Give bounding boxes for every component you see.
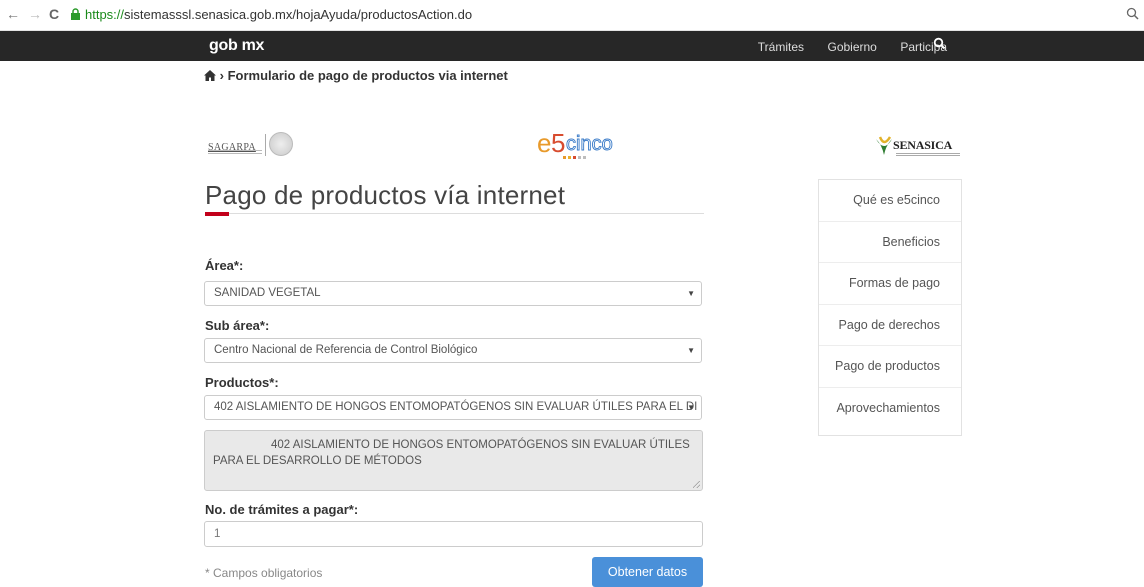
forward-icon[interactable]: → [28, 6, 42, 22]
reload-icon[interactable]: C [49, 6, 59, 22]
sidebar-item-aprovechamientos[interactable]: Aprovechamientos [819, 388, 961, 430]
sidebar-menu: Qué es e5cinco Beneficios Formas de pago… [818, 179, 962, 436]
sagarpa-subtitle-lines [208, 150, 262, 156]
header-nav: Trámites Gobierno Participa [739, 38, 947, 56]
area-label: Área*: [205, 258, 244, 273]
sidebar-item-formas-de-pago[interactable]: Formas de pago [819, 263, 961, 305]
e5cinco-logo: e 5 cinco [537, 130, 613, 159]
breadcrumb-chevron-icon: › [219, 68, 228, 83]
gob-mx-logo[interactable]: gob mx [209, 37, 264, 55]
zoom-icon[interactable] [1126, 7, 1140, 21]
tramites-input[interactable]: 1 [204, 521, 703, 547]
product-description-text: 402 AISLAMIENTO DE HONGOS ENTOMOPATÓGENO… [213, 439, 690, 467]
page-title: Pago de productos vía internet [205, 180, 566, 210]
senasica-text: SENASICA [893, 138, 953, 152]
productos-select[interactable]: 402 AISLAMIENTO DE HONGOS ENTOMOPATÓGENO… [204, 395, 702, 420]
productos-label: Productos*: [205, 375, 279, 390]
required-fields-note: * Campos obligatorios [205, 566, 323, 580]
e5-logo-cinco: cinco [566, 133, 613, 155]
e5-logo-e: e [537, 130, 551, 158]
browser-toolbar: ← → C https://sistemasssl.senasica.gob.m… [0, 0, 1144, 31]
address-bar[interactable]: https://sistemasssl.senasica.gob.mx/hoja… [85, 7, 472, 22]
area-select[interactable]: SANIDAD VEGETAL ▼ [204, 281, 702, 306]
chevron-down-icon: ▼ [687, 289, 695, 298]
tramites-label: No. de trámites a pagar*: [205, 502, 359, 517]
breadcrumb: › Formulario de pago de productos via in… [204, 68, 508, 83]
sagarpa-logo: SAGARPA [208, 132, 293, 156]
chevron-down-icon: ▼ [687, 403, 695, 412]
resize-handle-icon[interactable] [693, 481, 700, 488]
subarea-select[interactable]: Centro Nacional de Referencia de Control… [204, 338, 702, 363]
productos-select-value: 402 AISLAMIENTO DE HONGOS ENTOMOPATÓGENO… [214, 401, 698, 413]
title-accent-bar [205, 212, 229, 216]
mexico-seal-icon [269, 132, 293, 156]
chevron-down-icon: ▼ [687, 346, 695, 355]
nav-tramites[interactable]: Trámites [758, 40, 804, 54]
nav-gobierno[interactable]: Gobierno [827, 40, 876, 54]
obtener-datos-button[interactable]: Obtener datos [592, 557, 703, 587]
url-scheme: https:// [85, 7, 125, 22]
search-icon[interactable] [933, 37, 947, 51]
subarea-select-value: Centro Nacional de Referencia de Control… [214, 344, 478, 356]
sidebar-item-beneficios[interactable]: Beneficios [819, 222, 961, 263]
subarea-label: Sub área*: [205, 318, 270, 333]
gob-header: gob mx Trámites Gobierno Participa [0, 31, 1144, 61]
sidebar-item-pago-de-derechos[interactable]: Pago de derechos [819, 305, 961, 346]
senasica-subtitle-lines [896, 153, 960, 157]
back-icon[interactable]: ← [6, 6, 20, 22]
sidebar-item-pago-de-productos[interactable]: Pago de productos [819, 346, 961, 388]
lock-icon [71, 8, 80, 20]
e5-logo-dots [563, 156, 586, 159]
breadcrumb-current: Formulario de pago de productos via inte… [227, 68, 508, 83]
logo-divider [265, 134, 266, 156]
sidebar-item-que-es[interactable]: Qué es e5cinco [819, 180, 961, 222]
senasica-logo: SENASICA [874, 135, 960, 162]
e5-logo-5: 5 [551, 130, 565, 158]
tramites-input-value: 1 [214, 528, 221, 540]
url-path: sistemasssl.senasica.gob.mx/hojaAyuda/pr… [124, 7, 473, 22]
home-icon[interactable] [204, 70, 216, 81]
area-select-value: SANIDAD VEGETAL [214, 287, 321, 299]
product-description-textarea[interactable]: 402 AISLAMIENTO DE HONGOS ENTOMOPATÓGENO… [204, 430, 703, 491]
title-divider [205, 213, 704, 214]
